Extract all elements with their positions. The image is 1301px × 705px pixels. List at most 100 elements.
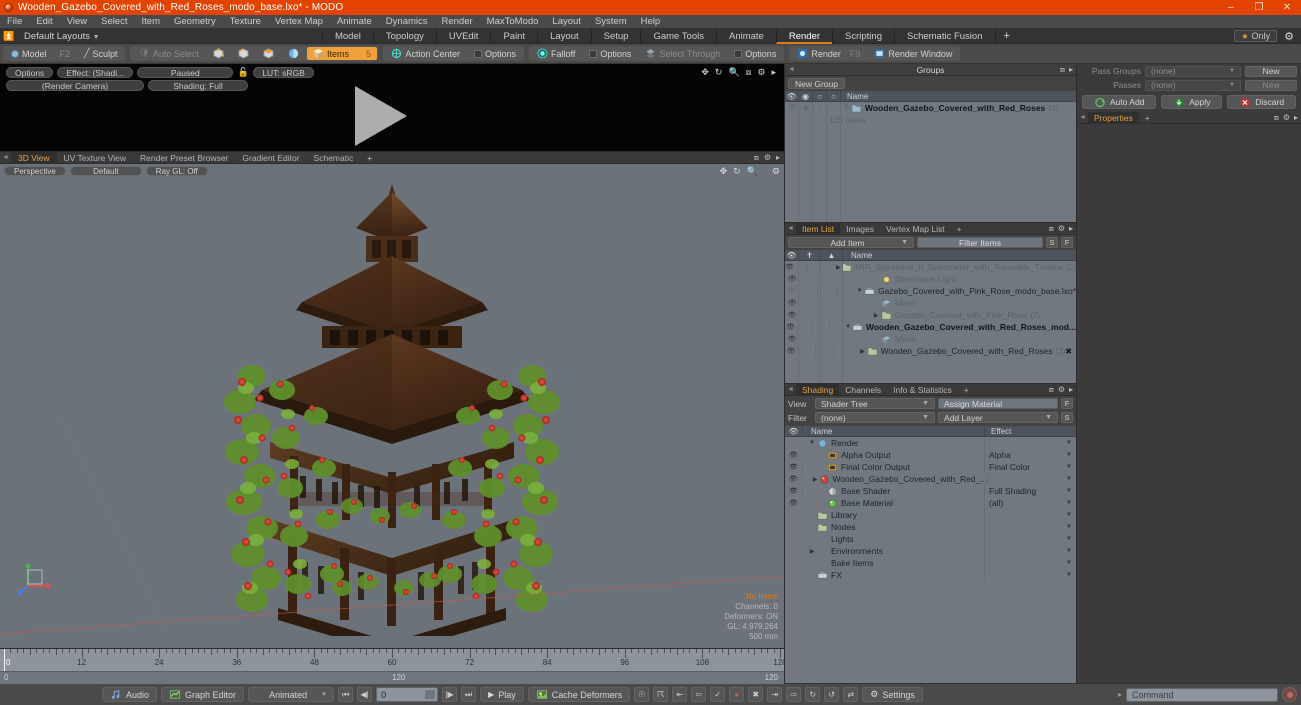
shader-effect-cell[interactable]: ▼ <box>984 569 1076 581</box>
add-properties-tab-button[interactable]: + <box>1139 112 1156 124</box>
table-row[interactable]: 👁 ▼ Gazebo_Covered_with_Pink_Rose_modo_bas… <box>785 285 1076 297</box>
row-visibility-icon[interactable]: 👁 <box>785 263 794 271</box>
expand-icon[interactable]: ⧈ <box>754 153 759 163</box>
table-row[interactable]: 👁 ◉ ○ ○ └ Wooden_Gazebo_Covered_with_Red… <box>785 102 1076 114</box>
shader-tree-row[interactable]: 👁 Alpha Output Alpha ▼ <box>785 449 1076 461</box>
falloff-options-button[interactable]: Options <box>583 47 637 60</box>
properties-content-pane[interactable] <box>1077 124 1301 683</box>
tab-game-tools[interactable]: Game Tools <box>640 28 716 44</box>
layout-anchor-icon[interactable]: ⏫ <box>0 31 18 42</box>
apply-button[interactable]: Apply <box>1161 95 1223 109</box>
render-window-button[interactable]: Render Window <box>868 47 958 60</box>
tab-render-preset-browser[interactable]: Render Preset Browser <box>133 152 235 164</box>
assign-material-button[interactable]: Assign Material <box>938 398 1058 409</box>
expand-icon[interactable]: ⧈ <box>1060 65 1065 75</box>
tab-topology[interactable]: Topology <box>372 28 436 44</box>
row-twisty-icon[interactable]: ▶ <box>812 476 819 483</box>
row-twisty-icon[interactable]: ▼ <box>844 324 852 330</box>
tab-schematic[interactable]: Schematic <box>307 152 361 164</box>
shading-f-button[interactable]: F <box>1061 398 1073 409</box>
shader-effect-cell[interactable]: ▼ <box>984 509 1076 521</box>
chevron-right-icon[interactable]: ▸ <box>1118 690 1122 699</box>
tab-setup[interactable]: Setup <box>590 28 641 44</box>
go-to-start-button[interactable]: ⏮ <box>338 687 354 702</box>
timeline-ruler[interactable]: 12 24 36 48 60 72 84 96 108 120 0 0 120 120 <box>0 648 787 684</box>
gear-icon[interactable]: ⚙ <box>1281 30 1297 43</box>
tab-uv-texture-view[interactable]: UV Texture View <box>57 152 134 164</box>
row-twisty-icon[interactable]: ▼ <box>807 440 817 446</box>
next-key-step-icon[interactable]: ⇨ <box>786 687 802 702</box>
auto-add-button[interactable]: Auto Add <box>1082 95 1157 109</box>
item-list-body[interactable]: 👁 ▶ MIR_Spirobank_II_Spirometer_with_Reusa… <box>785 261 1076 383</box>
preview-effect-button[interactable]: Effect: (Shadi... <box>57 67 134 78</box>
key-mode-2-icon[interactable]: ↺ <box>824 687 840 702</box>
row-select-icon[interactable]: ○ <box>827 105 841 112</box>
preview-shading-button[interactable]: Shading: Full <box>148 80 248 91</box>
new-group-button[interactable]: New Group <box>788 78 845 89</box>
edges-mode-icon[interactable] <box>232 47 255 60</box>
timeline-playhead[interactable]: 0 <box>4 649 10 671</box>
row-visibility-icon[interactable]: 👁 <box>785 347 797 355</box>
create-key-icon[interactable]: ✓ <box>710 687 726 702</box>
key-mode-1-icon[interactable]: ↻ <box>805 687 821 702</box>
preview-lut-button[interactable]: LUT: sRGB <box>253 67 314 78</box>
new-pass-group-button[interactable]: New <box>1245 65 1297 77</box>
add-viewport-tab-button[interactable]: + <box>360 152 379 164</box>
zoom-icon[interactable]: 🔍 <box>728 67 739 78</box>
settings-button[interactable]: ⚙ Settings <box>862 687 923 702</box>
gear-icon[interactable]: ⚙ <box>1058 385 1065 395</box>
shader-tree-row[interactable]: Lights ▼ <box>785 533 1076 545</box>
expand-icon[interactable]: ⧈ <box>746 67 752 78</box>
shader-tree-row[interactable]: 👁 ▶ Wooden_Gazebo_Covered_with_Red_... ▼ <box>785 473 1076 485</box>
row-twisty-icon[interactable]: ▼ <box>855 288 864 294</box>
gear-icon[interactable]: ⚙ <box>1058 224 1065 234</box>
polygons-mode-icon[interactable] <box>257 47 280 60</box>
shader-tree-row[interactable]: 👁 Base Material (all) ▼ <box>785 497 1076 509</box>
audio-button[interactable]: Audio <box>102 687 158 702</box>
preview-options-button[interactable]: Options <box>6 67 54 78</box>
add-layer-dropdown[interactable]: Add Layer ▼ <box>938 412 1058 423</box>
row-twisty-icon[interactable]: └ <box>841 105 851 111</box>
chevron-right-icon[interactable]: ▸ <box>1069 224 1073 234</box>
shader-effect-cell[interactable]: Final Color ▼ <box>984 461 1076 473</box>
pass-groups-dropdown[interactable]: (none) ▼ <box>1145 65 1241 77</box>
row-twisty-icon[interactable]: ▶ <box>871 312 881 319</box>
panel-collapse-icon[interactable]: ◄ <box>1077 114 1088 121</box>
play-button[interactable]: ▶ Play <box>480 687 524 702</box>
viewport-raygl-button[interactable]: Ray GL: Off <box>145 166 208 176</box>
shader-effect-cell[interactable]: ▼ <box>987 473 1076 485</box>
frame-stepper-icon[interactable] <box>425 690 436 699</box>
shader-tree-row[interactable]: Library ▼ <box>785 509 1076 521</box>
row-visibility-icon[interactable]: 👁 <box>785 475 803 483</box>
tab-vertex-map-list[interactable]: Vertex Map List <box>880 223 951 235</box>
table-row[interactable]: 👁 ▶ Wooden_Gazebo_Covered_with_Red_Roses (2… <box>785 345 1076 357</box>
expand-icon[interactable]: ⧈ <box>1049 385 1054 395</box>
tab-shading[interactable]: Shading <box>796 383 840 396</box>
command-input[interactable]: Command <box>1126 687 1278 702</box>
shader-effect-cell[interactable]: ▼ <box>984 557 1076 569</box>
graph-editor-button[interactable]: Graph Editor <box>161 687 245 702</box>
shader-effect-cell[interactable]: ▼ <box>984 437 1076 449</box>
new-pass-button[interactable]: New <box>1245 79 1297 91</box>
filter-items-input[interactable]: Filter Items <box>917 237 1043 248</box>
current-frame-input[interactable]: 0 <box>376 687 439 702</box>
tab-render[interactable]: Render <box>775 28 833 44</box>
key-all-channels-icon[interactable]: ☉ <box>634 687 650 702</box>
add-panel-tab-button[interactable]: + <box>951 223 968 235</box>
row-visibility-icon[interactable]: 👁 <box>785 335 799 343</box>
item-list-f-button[interactable]: F <box>1061 237 1073 248</box>
key-mode-3-icon[interactable]: ⇄ <box>843 687 859 702</box>
table-row[interactable]: 👁 ▼ Wooden_Gazebo_Covered_with_Red_Roses_m… <box>785 321 1076 333</box>
panel-collapse-icon[interactable]: ◄ <box>785 386 796 393</box>
tab-schematic-fusion[interactable]: Schematic Fusion <box>893 28 995 44</box>
maximize-button[interactable]: ❐ <box>1245 0 1273 15</box>
row-visibility-icon[interactable]: 👁 <box>785 287 798 295</box>
command-run-button[interactable] <box>1282 687 1297 702</box>
delete-key-icon[interactable]: ✖ <box>748 687 764 702</box>
preview-camera-button[interactable]: (Render Camera) <box>6 80 144 91</box>
expand-icon[interactable]: ⧈ <box>1049 224 1054 234</box>
materials-mode-icon[interactable] <box>282 47 305 60</box>
tab-properties[interactable]: Properties <box>1088 111 1139 124</box>
row-visibility-icon[interactable]: 👁 <box>785 451 803 459</box>
gear-icon[interactable]: ⚙ <box>764 153 771 163</box>
